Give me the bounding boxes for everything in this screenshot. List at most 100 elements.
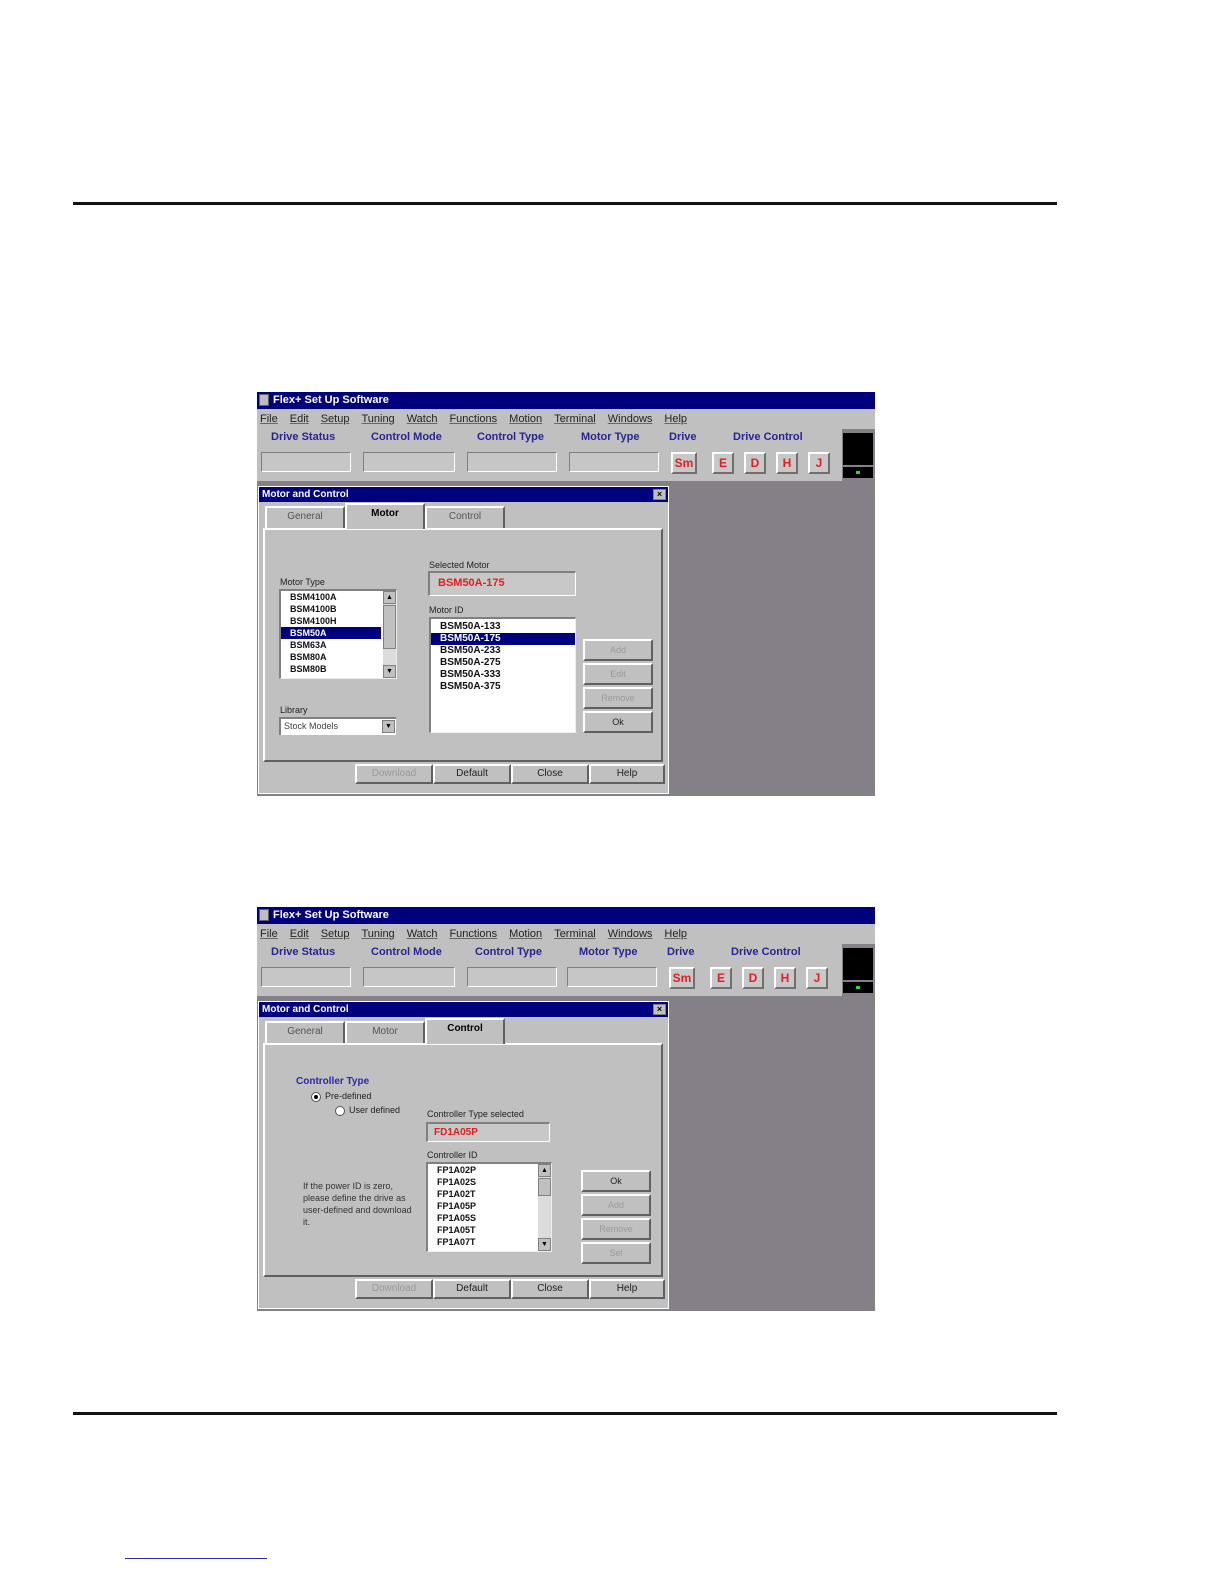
tab-general[interactable]: General (265, 506, 345, 528)
menu-tuning[interactable]: Tuning (361, 413, 394, 425)
scroll-thumb[interactable] (538, 1178, 551, 1196)
menu-motion[interactable]: Motion (509, 928, 542, 940)
download-button[interactable]: Download (355, 1279, 433, 1299)
tab-control[interactable]: Control (425, 506, 505, 528)
motor-id-list[interactable]: BSM50A-133 BSM50A-175 BSM50A-233 BSM50A-… (429, 617, 576, 733)
close-icon[interactable]: × (653, 1004, 666, 1015)
list-item[interactable]: FP1A02P (428, 1164, 551, 1176)
menu-functions[interactable]: Functions (449, 928, 497, 940)
chevron-down-icon[interactable]: ▼ (382, 720, 395, 733)
menu-windows[interactable]: Windows (608, 413, 653, 425)
menu-functions[interactable]: Functions (449, 413, 497, 425)
scroll-up-icon[interactable]: ▲ (538, 1164, 551, 1177)
motor-type-scrollbar[interactable]: ▲ ▼ (383, 591, 396, 678)
list-item[interactable]: BSM63A (281, 639, 396, 651)
menu-watch[interactable]: Watch (407, 413, 438, 425)
list-item-selected[interactable]: BSM50A (281, 627, 381, 639)
drive-control-j-button[interactable]: J (806, 967, 828, 989)
default-button[interactable]: Default (433, 1279, 511, 1299)
drive-control-h-button[interactable]: H (776, 452, 798, 474)
drive-sm-button[interactable]: Sm (671, 452, 697, 474)
drive-control-label: Drive Control (733, 431, 803, 443)
remove-button[interactable]: Remove (583, 687, 653, 709)
list-item[interactable]: FP1A05S (428, 1212, 551, 1224)
scroll-down-icon[interactable]: ▼ (538, 1238, 551, 1251)
ok-button[interactable]: Ok (581, 1170, 651, 1192)
scroll-up-icon[interactable]: ▲ (383, 591, 396, 604)
drive-control-d-button[interactable]: D (742, 967, 764, 989)
list-item-selected[interactable]: BSM50A-175 (431, 633, 575, 645)
list-item[interactable]: BSM50A-375 (431, 681, 575, 693)
selected-motor-label: Selected Motor (429, 560, 490, 570)
drive-control-j-button[interactable]: J (808, 452, 830, 474)
app-system-icon[interactable] (259, 394, 269, 406)
list-item[interactable]: BSM4100A (281, 591, 396, 603)
drive-control-h-button[interactable]: H (774, 967, 796, 989)
list-item[interactable]: BSM50A-133 (431, 621, 575, 633)
tab-control[interactable]: Control (425, 1018, 505, 1044)
footer-rule (73, 1412, 1057, 1415)
menu-file[interactable]: File (260, 928, 278, 940)
predefined-radio[interactable] (311, 1092, 321, 1102)
menu-setup[interactable]: Setup (321, 928, 350, 940)
controller-id-label: Controller ID (427, 1150, 478, 1160)
drive-control-e-button[interactable]: E (712, 452, 734, 474)
drive-status-label: Drive Status (271, 946, 336, 958)
menu-edit[interactable]: Edit (290, 413, 309, 425)
controller-type-group-label: Controller Type (296, 1076, 370, 1087)
add-button[interactable]: Add (581, 1194, 651, 1216)
tab-motor[interactable]: Motor (345, 503, 425, 529)
list-item[interactable]: FP1A05P (428, 1200, 551, 1212)
menu-file[interactable]: File (260, 413, 278, 425)
list-item[interactable]: BSM4100H (281, 615, 396, 627)
menu-tuning[interactable]: Tuning (361, 928, 394, 940)
remove-button[interactable]: Remove (581, 1218, 651, 1240)
userdefined-radio[interactable] (335, 1106, 345, 1116)
controller-id-list[interactable]: FP1A02P FP1A02S FP1A02T FP1A05P FP1A05S … (426, 1162, 552, 1252)
menu-watch[interactable]: Watch (407, 928, 438, 940)
menu-motion[interactable]: Motion (509, 413, 542, 425)
drive-status-label: Drive Status (271, 431, 336, 443)
list-item[interactable]: BSM50A-275 (431, 657, 575, 669)
close-button[interactable]: Close (511, 764, 589, 784)
motor-type-list[interactable]: BSM4100A BSM4100B BSM4100H BSM50A BSM63A… (279, 589, 397, 679)
help-button[interactable]: Help (589, 1279, 665, 1299)
tab-general[interactable]: General (265, 1021, 345, 1043)
menu-terminal[interactable]: Terminal (554, 928, 596, 940)
default-button[interactable]: Default (433, 764, 511, 784)
drive-control-d-button[interactable]: D (744, 452, 766, 474)
sel-button[interactable]: Sel (581, 1242, 651, 1264)
help-button[interactable]: Help (589, 764, 665, 784)
menu-help[interactable]: Help (664, 928, 687, 940)
menu-terminal[interactable]: Terminal (554, 413, 596, 425)
drive-control-e-button[interactable]: E (710, 967, 732, 989)
add-button[interactable]: Add (583, 639, 653, 661)
controller-hint-text: If the power ID is zero, please define t… (303, 1181, 412, 1227)
list-item[interactable]: FP1A02S (428, 1176, 551, 1188)
menu-edit[interactable]: Edit (290, 928, 309, 940)
ok-button[interactable]: Ok (583, 711, 653, 733)
edit-button[interactable]: Edit (583, 663, 653, 685)
list-item[interactable]: BSM80A (281, 651, 396, 663)
menu-help[interactable]: Help (664, 413, 687, 425)
drive-control-label: Drive Control (731, 946, 801, 958)
list-item[interactable]: FP1A05T (428, 1224, 551, 1236)
close-icon[interactable]: × (653, 489, 666, 500)
list-item[interactable]: FP1A07T (428, 1236, 551, 1248)
menu-setup[interactable]: Setup (321, 413, 350, 425)
controller-id-scrollbar[interactable]: ▲ ▼ (538, 1164, 551, 1251)
close-button[interactable]: Close (511, 1279, 589, 1299)
menu-windows[interactable]: Windows (608, 928, 653, 940)
app-system-icon[interactable] (259, 909, 269, 921)
download-button[interactable]: Download (355, 764, 433, 784)
list-item[interactable]: BSM50A-233 (431, 645, 575, 657)
library-select[interactable]: Stock Models ▼ (279, 717, 396, 735)
scroll-thumb[interactable] (383, 605, 396, 649)
list-item[interactable]: FP1A02T (428, 1188, 551, 1200)
drive-sm-button[interactable]: Sm (669, 967, 695, 989)
list-item[interactable]: BSM80B (281, 663, 396, 675)
list-item[interactable]: BSM50A-333 (431, 669, 575, 681)
list-item[interactable]: BSM4100B (281, 603, 396, 615)
tab-motor[interactable]: Motor (345, 1021, 425, 1043)
scroll-down-icon[interactable]: ▼ (383, 665, 396, 678)
